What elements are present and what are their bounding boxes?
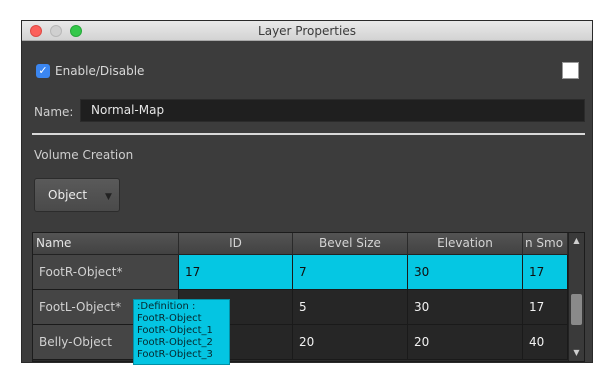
- column-header-id[interactable]: ID: [179, 233, 293, 255]
- name-label: Name:: [34, 105, 74, 119]
- table-vertical-scrollbar[interactable]: ▲ ▼: [568, 233, 584, 361]
- tooltip-line: FootR-Object: [137, 313, 202, 324]
- definition-tooltip: :Definition : FootR-Object FootR-Object_…: [133, 299, 230, 365]
- tooltip-line: :Definition :: [137, 301, 196, 312]
- name-input[interactable]: Normal-Map: [80, 99, 585, 122]
- tooltip-line: FootR-Object_3: [137, 349, 213, 360]
- enable-label: Enable/Disable: [55, 64, 145, 78]
- column-header-smoothness[interactable]: n Smo: [523, 233, 568, 255]
- layer-color-swatch[interactable]: [562, 62, 579, 79]
- enable-toggle[interactable]: ✓ Enable/Disable: [36, 63, 144, 79]
- dropdown-selected-value: Object: [48, 188, 88, 202]
- cell-id[interactable]: 17: [179, 255, 293, 290]
- column-header-bevel-size[interactable]: Bevel Size: [293, 233, 408, 255]
- column-header-name[interactable]: Name: [33, 233, 179, 255]
- cell-elevation[interactable]: 30: [408, 255, 523, 290]
- title-bar: Layer Properties: [22, 21, 592, 41]
- cell-bevel-size[interactable]: 7: [293, 255, 408, 290]
- cell-bevel-size[interactable]: 5: [293, 290, 408, 325]
- tooltip-line: FootR-Object_2: [137, 337, 213, 348]
- scroll-down-icon[interactable]: ▼: [569, 345, 584, 361]
- cell-smoothness[interactable]: 40: [523, 325, 568, 360]
- cell-bevel-size[interactable]: 20: [293, 325, 408, 360]
- scrollbar-thumb[interactable]: [571, 294, 582, 325]
- volume-mode-dropdown[interactable]: Object ▼: [34, 178, 120, 212]
- cell-smoothness[interactable]: 17: [523, 290, 568, 325]
- divider: [32, 133, 585, 135]
- column-header-elevation[interactable]: Elevation: [408, 233, 523, 255]
- cell-elevation[interactable]: 20: [408, 325, 523, 360]
- objects-table: Name ID Bevel Size Elevation n Smo FootR…: [32, 232, 585, 362]
- chevron-down-icon: ▼: [105, 192, 112, 202]
- enable-checkbox[interactable]: ✓: [36, 64, 50, 78]
- tooltip-line: FootR-Object_1: [137, 325, 213, 336]
- cell-name[interactable]: FootR-Object*: [33, 255, 179, 290]
- layer-properties-window: Layer Properties ✓ Enable/Disable Name: …: [21, 20, 593, 363]
- cell-smoothness[interactable]: 17: [523, 255, 568, 290]
- cell-elevation[interactable]: 30: [408, 290, 523, 325]
- window-title: Layer Properties: [258, 24, 356, 38]
- scroll-up-icon[interactable]: ▲: [569, 233, 584, 249]
- volume-creation-heading: Volume Creation: [34, 148, 134, 162]
